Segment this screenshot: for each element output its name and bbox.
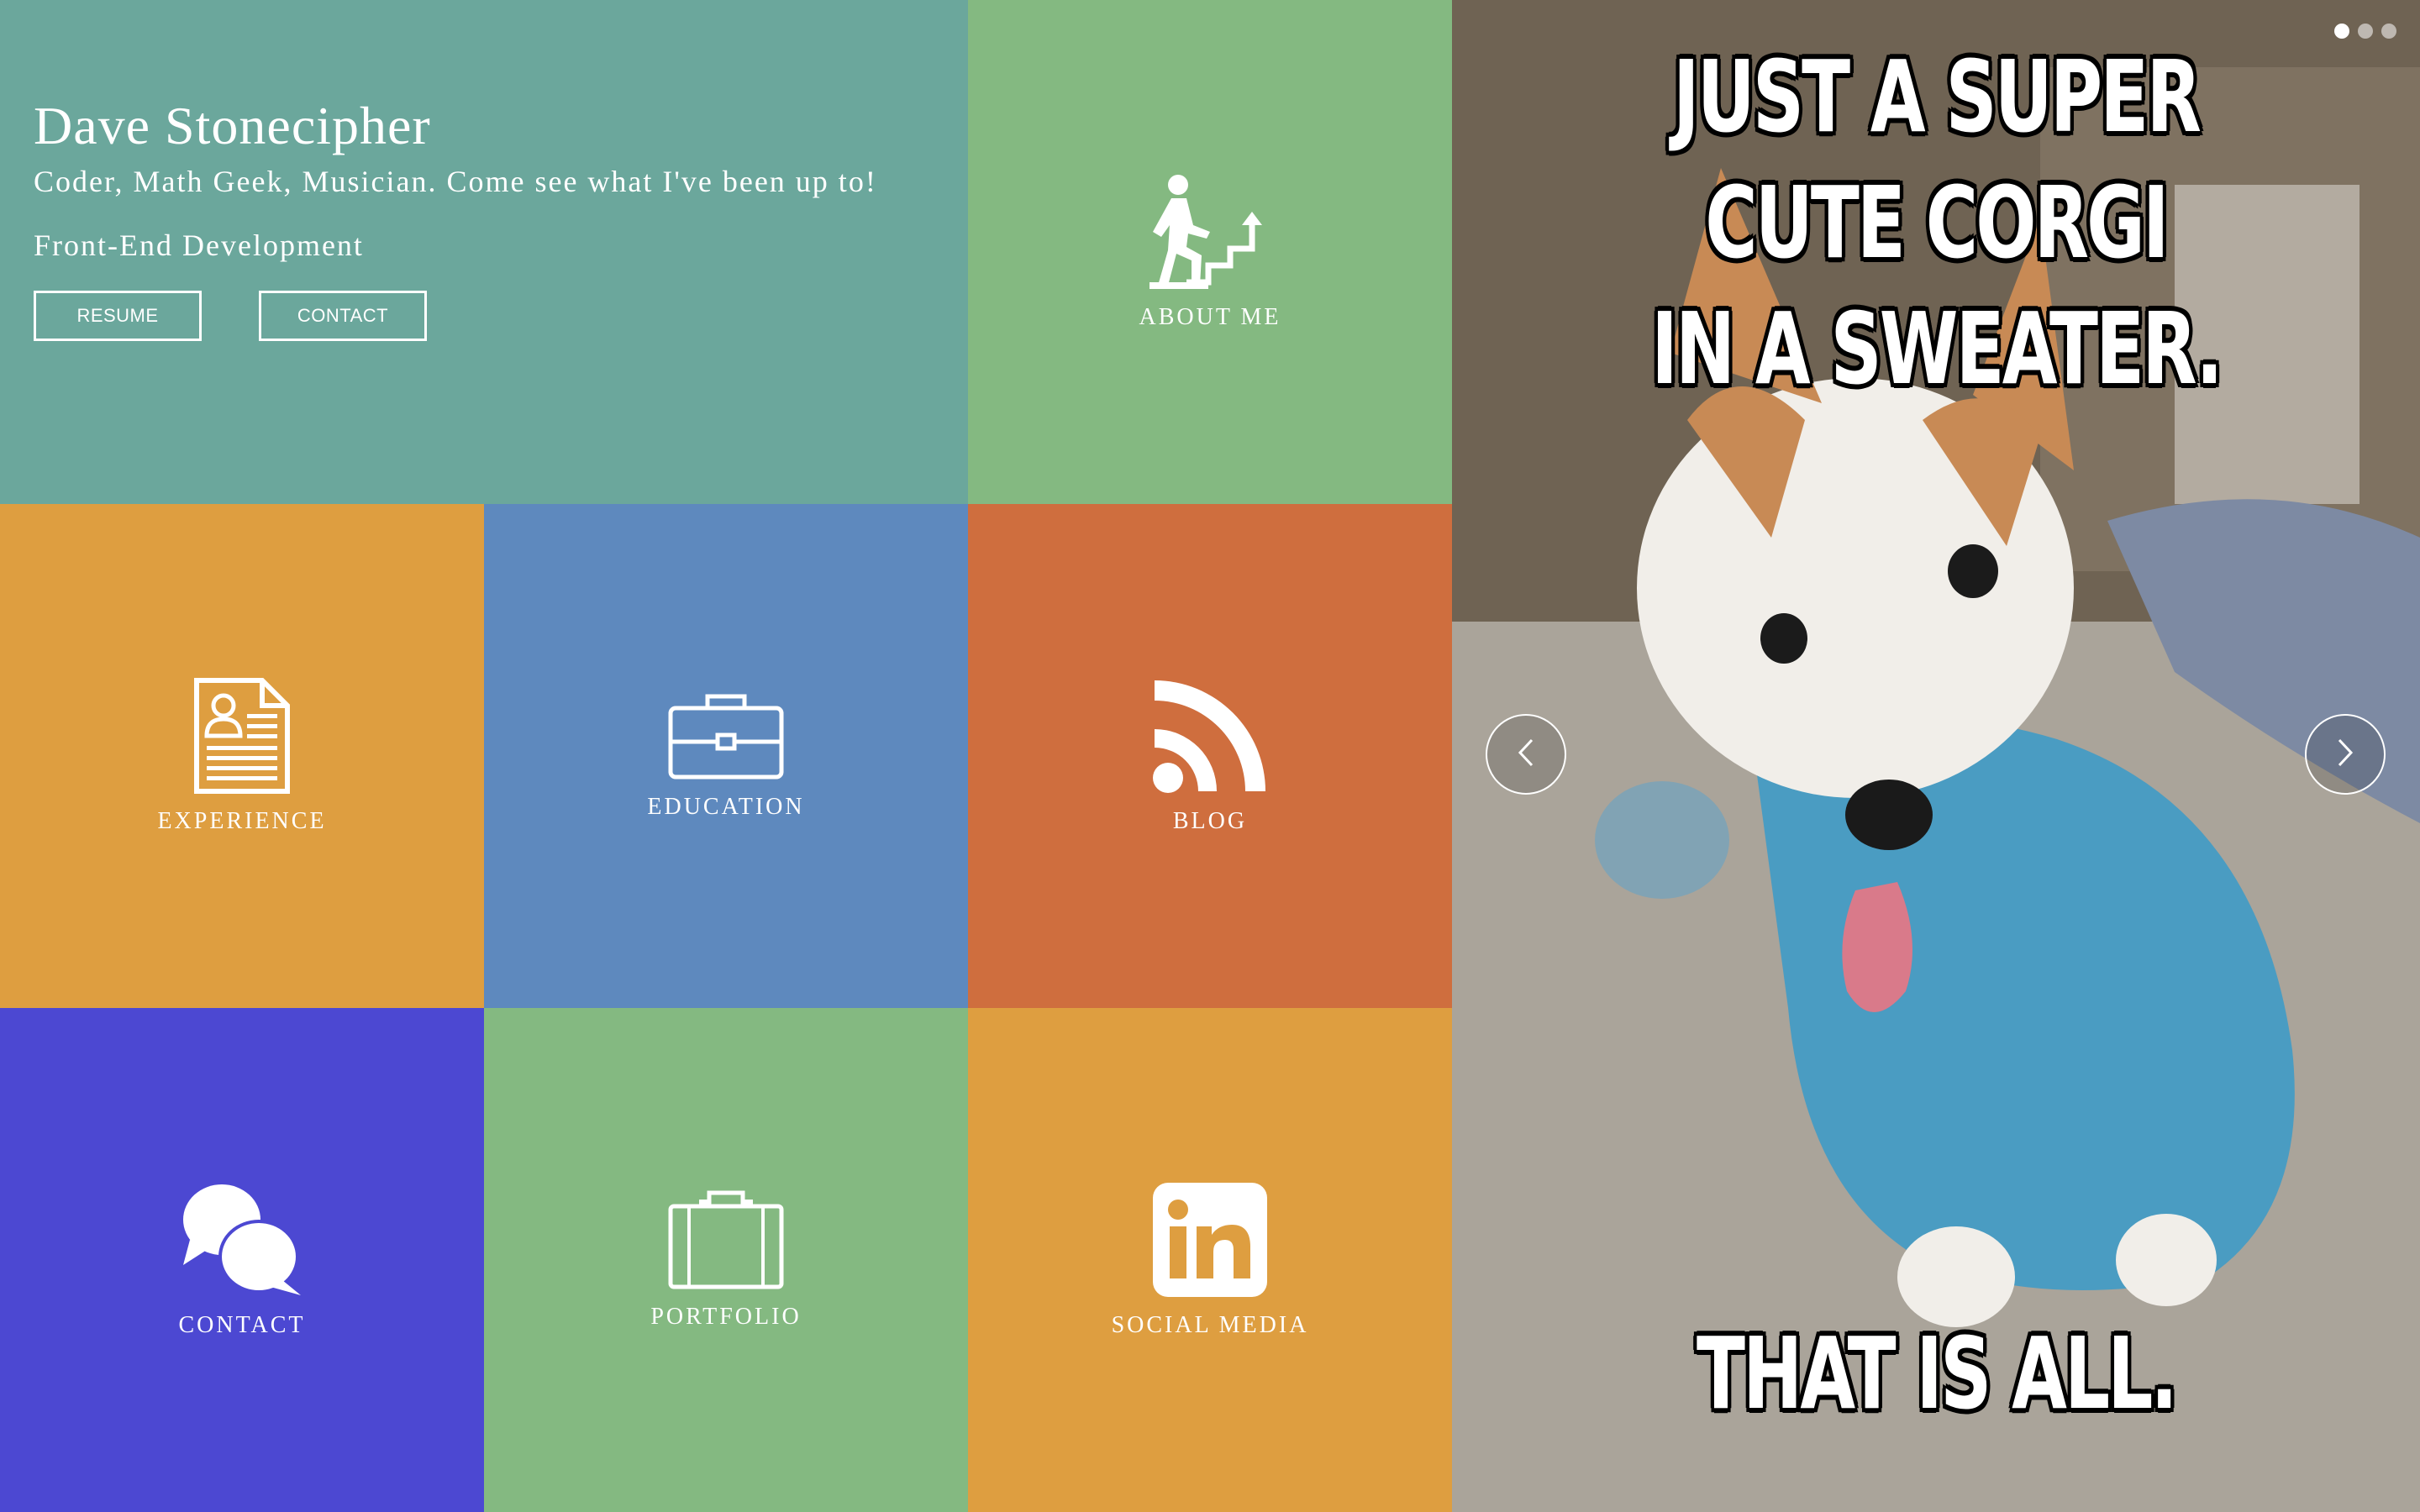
chevron-left-icon: [1513, 738, 1539, 770]
tile-about-me[interactable]: ABOUT ME: [968, 0, 1452, 504]
meme-caption-bottom: THAT IS ALL.: [1697, 1315, 2178, 1431]
briefcase-icon: [667, 691, 785, 780]
hero-buttons: RESUME CONTACT: [34, 291, 968, 341]
tile-label-social-media: SOCIAL MEDIA: [1111, 1312, 1309, 1338]
tagline: Coder, Math Geek, Musician. Come see wha…: [34, 165, 877, 198]
subtitle: Front-End Development: [34, 228, 364, 262]
meme-caption-top-line-2: IN A SWEATER.: [1651, 291, 2223, 407]
tile-label-experience: EXPERIENCE: [157, 808, 327, 834]
tile-blog[interactable]: BLOG: [968, 504, 1452, 1008]
portfolio-case-icon: [667, 1189, 785, 1290]
carousel-dot-1[interactable]: [2334, 24, 2349, 39]
contact-button[interactable]: CONTACT: [259, 291, 427, 341]
chat-bubbles-icon: [182, 1181, 302, 1299]
tile-label-education: EDUCATION: [647, 794, 805, 820]
tile-portfolio[interactable]: PORTFOLIO: [484, 1008, 968, 1512]
hero-panel: Dave Stonecipher Coder, Math Geek, Music…: [0, 0, 968, 504]
tile-label-portfolio: PORTFOLIO: [650, 1304, 802, 1330]
linkedin-icon: [1151, 1181, 1269, 1299]
tile-contact[interactable]: CONTACT: [0, 1008, 484, 1512]
resume-button[interactable]: RESUME: [34, 291, 202, 341]
rss-icon: [1151, 677, 1269, 795]
meme-caption-top-line-1: JUST A SUPER CUTE CORGI: [1672, 39, 2202, 281]
meme-caption-top: JUST A SUPER CUTE CORGI IN A SWEATER.: [1587, 34, 2284, 412]
tile-label-about-me: ABOUT ME: [1139, 304, 1281, 330]
resume-document-icon: [193, 677, 291, 795]
image-carousel: JUST A SUPER CUTE CORGI IN A SWEATER. TH…: [1452, 0, 2420, 1512]
chevron-right-icon: [2333, 738, 2358, 770]
carousel-indicators: [2334, 24, 2396, 39]
stairs-climb-icon: [1150, 173, 1270, 291]
tile-label-blog: BLOG: [1172, 808, 1248, 834]
site-title: Dave Stonecipher: [34, 96, 431, 155]
tile-education[interactable]: EDUCATION: [484, 504, 968, 1008]
tile-social-media[interactable]: SOCIAL MEDIA: [968, 1008, 1452, 1512]
carousel-dot-2[interactable]: [2358, 24, 2373, 39]
carousel-prev-button[interactable]: [1486, 714, 1566, 795]
tile-experience[interactable]: EXPERIENCE: [0, 504, 484, 1008]
tile-label-contact: CONTACT: [178, 1312, 306, 1338]
carousel-dot-3[interactable]: [2381, 24, 2396, 39]
carousel-next-button[interactable]: [2305, 714, 2386, 795]
